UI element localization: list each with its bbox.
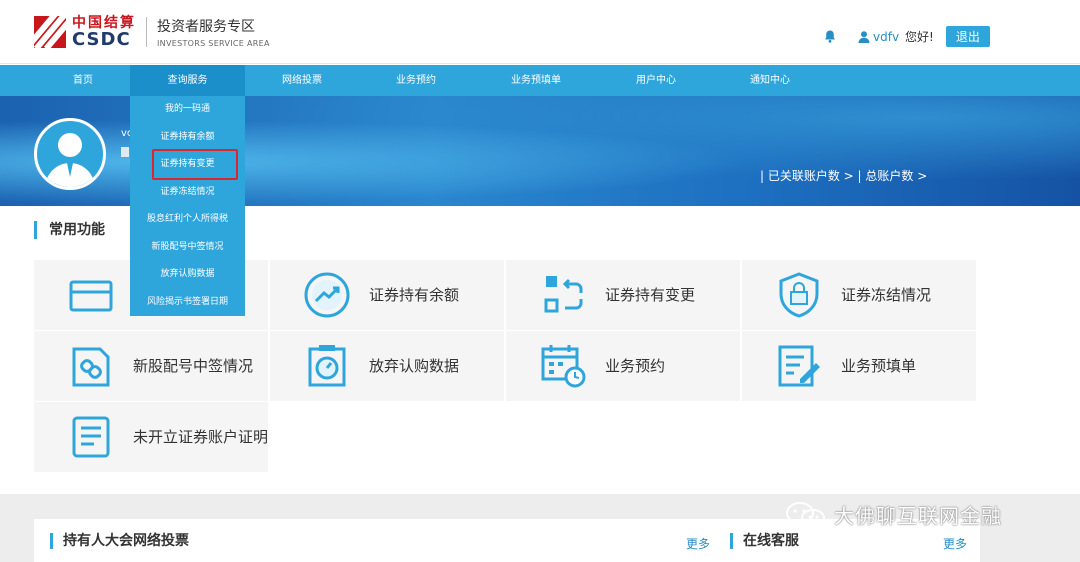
card-icon xyxy=(69,280,113,312)
func-label: 证券持有余额 xyxy=(369,286,460,304)
highlight-box xyxy=(152,149,238,180)
dropdown-item-ipo-lottery[interactable]: 新股配号中签情况 xyxy=(130,234,245,262)
func-card-prefill-form[interactable]: 业务预填单 xyxy=(742,331,976,401)
watermark-text: 大佛聊互联网金融 xyxy=(834,504,1002,528)
nav-home[interactable]: 首页 xyxy=(48,65,118,96)
bell-icon[interactable] xyxy=(824,30,836,43)
voting-panel: 持有人大会网络投票 更多 xyxy=(34,519,718,562)
watermark: 大佛聊互联网金融 xyxy=(784,500,1002,529)
card-icon xyxy=(121,147,129,157)
customer-service-more-link[interactable]: 更多 xyxy=(943,535,967,552)
account-count-links[interactable]: | 已关联账户数 > | 总账户数 > xyxy=(760,167,927,184)
document-list-icon xyxy=(72,416,110,458)
user-area: vdfv 您好! 退出 xyxy=(824,26,990,47)
csdc-logo-icon xyxy=(34,16,66,48)
voting-panel-title: 持有人大会网络投票 xyxy=(50,533,189,549)
dropdown-item-risk-disclosure-date[interactable]: 风险揭示书签署日期 xyxy=(130,289,245,317)
calendar-clock-icon xyxy=(541,345,586,388)
dropdown-item-dividend-tax[interactable]: 股息红利个人所得税 xyxy=(130,206,245,234)
header: 中国结算 CSDC 投资者服务专区 INVESTORS SERVICE AREA… xyxy=(0,0,1080,64)
area-title: 投资者服务专区 INVESTORS SERVICE AREA xyxy=(157,16,270,48)
func-label: 未开立证券账户证明 xyxy=(133,428,269,446)
nav-user-center[interactable]: 用户中心 xyxy=(620,65,692,96)
avatar[interactable] xyxy=(34,118,106,190)
func-label: 证券持有变更 xyxy=(605,286,696,304)
logout-button[interactable]: 退出 xyxy=(945,26,990,47)
func-card-ipo-lottery[interactable]: 新股配号中签情况 xyxy=(34,331,268,401)
common-functions-title: 常用功能 xyxy=(34,221,105,239)
nav-appointment[interactable]: 业务预约 xyxy=(380,65,452,96)
swap-icon xyxy=(544,276,583,313)
nav-online-voting[interactable]: 网络投票 xyxy=(266,65,338,96)
link-document-icon xyxy=(72,347,110,387)
greeting: 您好! xyxy=(905,30,934,44)
logo-divider xyxy=(146,17,147,47)
customer-service-title: 在线客服 xyxy=(730,533,799,549)
logo-en: CSDC xyxy=(72,28,131,50)
trend-chart-icon xyxy=(304,272,350,318)
func-card-no-account-certificate[interactable]: 未开立证券账户证明 xyxy=(34,402,268,472)
func-card-frozen-status[interactable]: 证券冻结情况 xyxy=(742,260,976,330)
query-service-dropdown: 我的一码通 证券持有余额 证券持有变更 证券冻结情况 股息红利个人所得税 新股配… xyxy=(130,96,245,316)
nav-query-service[interactable]: 查询服务 xyxy=(130,65,245,96)
clipboard-clock-icon xyxy=(308,345,346,387)
func-card-holding-change[interactable]: 证券持有变更 xyxy=(506,260,740,330)
wechat-icon xyxy=(786,501,825,527)
func-label: 业务预约 xyxy=(605,357,666,375)
logo-text: 中国结算 CSDC xyxy=(72,15,136,50)
func-card-holding-balance[interactable]: 证券持有余额 xyxy=(270,260,504,330)
dropdown-item-frozen-status[interactable]: 证券冻结情况 xyxy=(130,179,245,207)
nav-prefill-form[interactable]: 业务预填单 xyxy=(498,65,574,96)
func-card-abandon-subscription[interactable]: 放弃认购数据 xyxy=(270,331,504,401)
person-icon xyxy=(45,133,95,187)
func-label: 放弃认购数据 xyxy=(369,357,460,375)
shield-lock-icon xyxy=(779,272,819,318)
dropdown-item-abandon-subscription[interactable]: 放弃认购数据 xyxy=(130,261,245,289)
user-icon xyxy=(858,30,870,43)
username[interactable]: vdfv xyxy=(873,30,899,44)
logo[interactable]: 中国结算 CSDC 投资者服务专区 INVESTORS SERVICE AREA xyxy=(34,14,270,50)
func-card-appointment[interactable]: 业务预约 xyxy=(506,331,740,401)
func-label: 业务预填单 xyxy=(841,357,917,375)
dropdown-item-holding-balance[interactable]: 证券持有余额 xyxy=(130,124,245,152)
form-edit-icon xyxy=(778,345,820,387)
voting-more-link[interactable]: 更多 xyxy=(686,535,710,552)
page: 中国结算 CSDC 投资者服务专区 INVESTORS SERVICE AREA… xyxy=(0,0,1080,562)
area-title-cn: 投资者服务专区 xyxy=(157,19,255,35)
main-nav: 首页 查询服务 网络投票 业务预约 业务预填单 用户中心 通知中心 xyxy=(0,65,1080,96)
area-title-en: INVESTORS SERVICE AREA xyxy=(157,39,270,48)
nav-notice-center[interactable]: 通知中心 xyxy=(734,65,806,96)
func-label: 新股配号中签情况 xyxy=(133,357,254,375)
dropdown-item-my-account[interactable]: 我的一码通 xyxy=(130,96,245,124)
func-label: 证券冻结情况 xyxy=(841,286,932,304)
